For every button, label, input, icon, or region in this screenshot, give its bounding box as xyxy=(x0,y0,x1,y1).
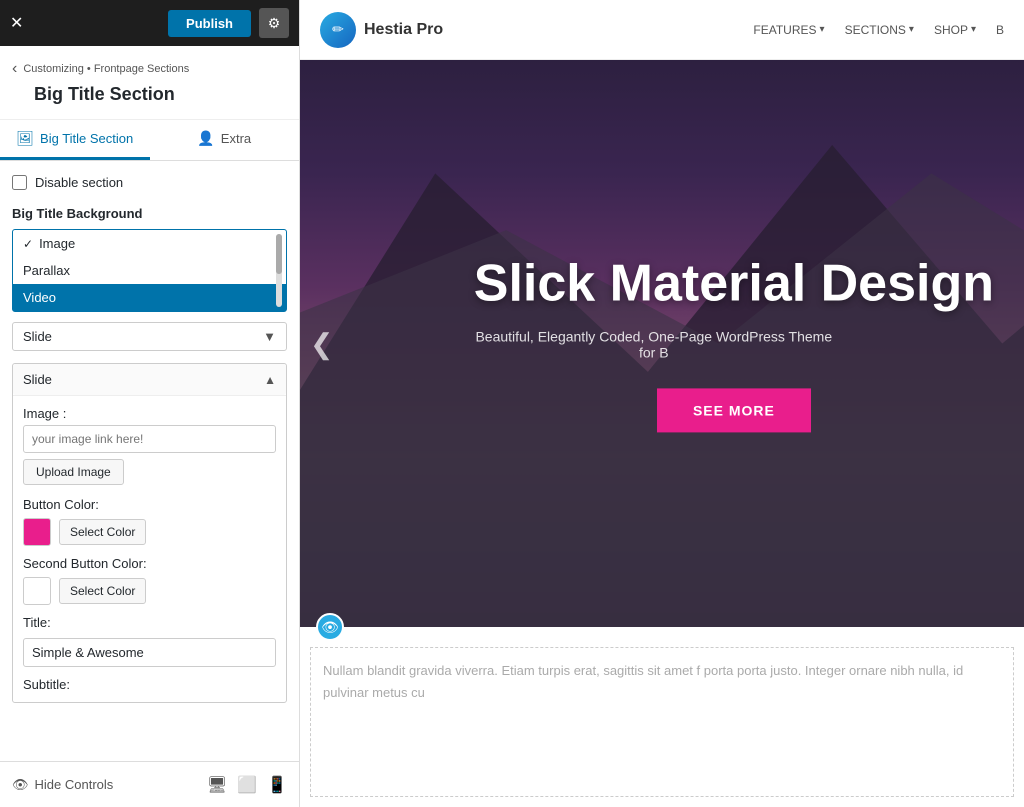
gear-button[interactable]: ⚙ xyxy=(259,8,289,38)
select-color-button[interactable]: Select Color xyxy=(59,519,146,545)
nav-b-label: B xyxy=(996,23,1004,37)
tablet-view-icon[interactable]: ⬜ xyxy=(237,775,257,795)
logo-pencil-icon: ✏ xyxy=(332,21,344,38)
left-panel: ✕ Publish ⚙ ‹ Customizing • Frontpage Se… xyxy=(0,0,300,807)
top-bar: ✕ Publish ⚙ xyxy=(0,0,299,46)
slide-select[interactable]: Slide ▼ xyxy=(12,322,287,351)
logo-icon: ✏ xyxy=(320,12,356,48)
tab-big-title-label: Big Title Section xyxy=(40,131,133,146)
mobile-view-icon[interactable]: 📱 xyxy=(267,775,287,795)
hero-title: Slick Material Design xyxy=(474,255,994,312)
background-label: Big Title Background xyxy=(12,206,287,221)
dropdown-item-video[interactable]: Video xyxy=(13,284,286,311)
upload-image-button[interactable]: Upload Image xyxy=(23,459,124,485)
eye-indicator-icon: 👁 xyxy=(321,619,339,636)
dropdown-scrollbar xyxy=(276,234,282,307)
dropdown-item-parallax[interactable]: Parallax xyxy=(13,257,286,284)
hide-controls-button[interactable]: 👁 Hide Controls xyxy=(12,777,113,793)
disable-section-label: Disable section xyxy=(35,175,123,190)
section-indicator: 👁 xyxy=(316,613,344,641)
tabs: 🖼 Big Title Section 👤 Extra xyxy=(0,120,299,161)
select-color-2-button[interactable]: Select Color xyxy=(59,578,146,604)
big-title-tab-icon: 🖼 xyxy=(16,130,34,147)
second-button-color-label: Second Button Color: xyxy=(23,556,276,571)
breadcrumb: ‹ Customizing • Frontpage Sections xyxy=(12,60,287,78)
slide-section-label: Slide xyxy=(23,372,52,387)
nav-link-b[interactable]: B xyxy=(996,23,1004,37)
logo-text: Hestia Pro xyxy=(364,21,443,39)
second-button-color-swatch[interactable] xyxy=(23,577,51,605)
tab-big-title[interactable]: 🖼 Big Title Section xyxy=(0,120,150,160)
tab-extra[interactable]: 👤 Extra xyxy=(150,120,300,160)
nav-sections-arrow: ▾ xyxy=(909,24,914,35)
extra-tab-icon: 👤 xyxy=(197,130,214,147)
hide-controls-label: Hide Controls xyxy=(35,777,114,792)
preview-nav-links: FEATURES ▾ SECTIONS ▾ SHOP ▾ B xyxy=(753,23,1004,37)
nav-shop-arrow: ▾ xyxy=(971,24,976,35)
section-title: Big Title Section xyxy=(12,84,287,115)
button-color-label: Button Color: xyxy=(23,497,276,512)
dropdown-item-parallax-label: Parallax xyxy=(23,263,70,278)
tab-extra-label: Extra xyxy=(221,131,251,146)
slide-section-header[interactable]: Slide ▲ xyxy=(13,364,286,395)
preview-bottom-text: Nullam blandit gravida viverra. Etiam tu… xyxy=(323,660,1001,704)
nav-link-sections[interactable]: SECTIONS ▾ xyxy=(845,23,914,37)
close-icon[interactable]: ✕ xyxy=(10,13,23,33)
prev-slide-icon[interactable]: ❮ xyxy=(310,327,333,360)
hero-background: ❮ Slick Material Design Beautiful, Elega… xyxy=(300,60,1024,627)
view-icons: 🖥 ⬜ 📱 xyxy=(207,775,287,795)
slide-section: Slide ▲ Image : Upload Image Button Colo… xyxy=(12,363,287,703)
nav-features-arrow: ▾ xyxy=(820,24,825,35)
top-bar-actions: Publish ⚙ xyxy=(168,8,289,38)
preview-navbar: ✏ Hestia Pro FEATURES ▾ SECTIONS ▾ SHOP … xyxy=(300,0,1024,60)
preview-bottom-section: 👁 Nullam blandit gravida viverra. Etiam … xyxy=(300,627,1024,807)
hero-content: Slick Material Design Beautiful, Elegant… xyxy=(474,255,994,432)
dropdown-scrollbar-thumb xyxy=(276,234,282,274)
disable-section-row: Disable section xyxy=(12,175,287,190)
second-button-color-row: Select Color xyxy=(23,577,276,605)
panel-content: Disable section Big Title Background ✓ I… xyxy=(0,161,299,761)
preview-panel: ✏ Hestia Pro FEATURES ▾ SECTIONS ▾ SHOP … xyxy=(300,0,1024,807)
nav-shop-label: SHOP xyxy=(934,23,968,37)
title-input[interactable] xyxy=(23,638,276,667)
back-arrow-icon[interactable]: ‹ xyxy=(12,60,17,78)
title-field-label: Title: xyxy=(23,615,276,630)
nav-link-shop[interactable]: SHOP ▾ xyxy=(934,23,976,37)
dropdown-item-image[interactable]: ✓ Image xyxy=(13,230,286,257)
hero-subtitle: Beautiful, Elegantly Coded, One-Page Wor… xyxy=(474,328,834,360)
slide-section-body: Image : Upload Image Button Color: Selec… xyxy=(13,395,286,702)
breadcrumb-area: ‹ Customizing • Frontpage Sections Big T… xyxy=(0,46,299,120)
chevron-down-icon: ▼ xyxy=(263,329,276,344)
button-color-row: Select Color xyxy=(23,518,276,546)
chevron-up-icon: ▲ xyxy=(264,373,276,387)
nav-sections-label: SECTIONS xyxy=(845,23,906,37)
hero-cta-button[interactable]: SEE MORE xyxy=(657,388,811,432)
nav-features-label: FEATURES xyxy=(753,23,816,37)
disable-section-checkbox[interactable] xyxy=(12,175,27,190)
subtitle-field-label: Subtitle: xyxy=(23,677,276,692)
slide-select-label: Slide xyxy=(23,329,52,344)
hero-section: ❮ Slick Material Design Beautiful, Elega… xyxy=(300,60,1024,627)
desktop-view-icon[interactable]: 🖥 xyxy=(207,775,227,795)
image-field-label: Image : xyxy=(23,406,276,421)
preview-logo: ✏ Hestia Pro xyxy=(320,12,443,48)
publish-button[interactable]: Publish xyxy=(168,10,251,37)
bottom-bar: 👁 Hide Controls 🖥 ⬜ 📱 xyxy=(0,761,299,807)
image-url-input[interactable] xyxy=(23,425,276,453)
eye-icon: 👁 xyxy=(12,777,29,793)
preview-bottom-border: Nullam blandit gravida viverra. Etiam tu… xyxy=(310,647,1014,797)
check-icon: ✓ xyxy=(23,237,33,251)
dropdown-item-image-label: Image xyxy=(39,236,75,251)
background-type-dropdown[interactable]: ✓ Image Parallax Video xyxy=(12,229,287,312)
nav-link-features[interactable]: FEATURES ▾ xyxy=(753,23,824,37)
breadcrumb-path: Customizing • Frontpage Sections xyxy=(23,63,189,75)
dropdown-item-video-label: Video xyxy=(23,290,56,305)
button-color-swatch[interactable] xyxy=(23,518,51,546)
